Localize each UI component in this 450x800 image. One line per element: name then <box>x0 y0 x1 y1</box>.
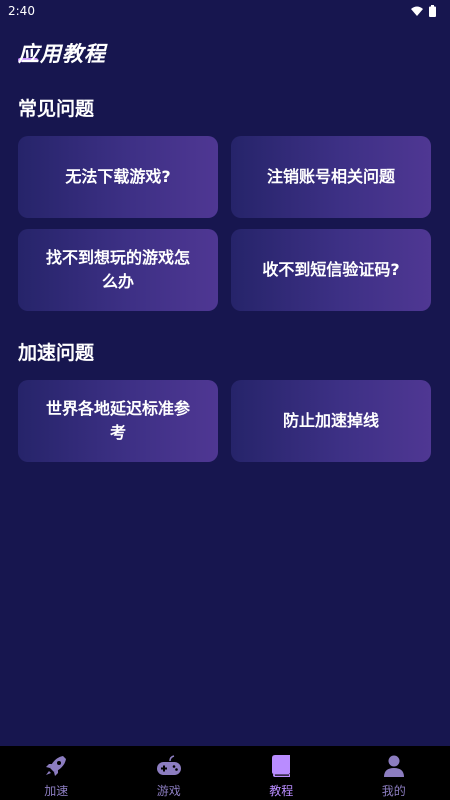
gamepad-icon <box>156 755 181 775</box>
tab-profile[interactable]: 我的 <box>338 746 450 800</box>
rocket-icon <box>46 756 67 776</box>
page-title: 应用教程 <box>18 42 106 66</box>
tab-label: 教程 <box>269 784 294 798</box>
card-label: 无法下载游戏? <box>65 167 171 186</box>
tab-label: 游戏 <box>156 784 181 798</box>
bottom-tab-bar: 加速 游戏 教程 我的 <box>0 746 450 800</box>
card-cannot-find-game[interactable]: 找不到想玩的游戏怎么办 <box>18 229 218 311</box>
card-label: 找不到想玩的游戏怎么办 <box>45 248 190 291</box>
card-cannot-download-game[interactable]: 无法下载游戏? <box>18 136 218 218</box>
card-label: 世界各地延迟标准参考 <box>45 399 190 442</box>
tab-accelerate[interactable]: 加速 <box>0 746 113 800</box>
tab-label: 我的 <box>381 784 406 798</box>
card-label: 注销账号相关问题 <box>266 167 395 186</box>
section-title-common: 常见问题 <box>18 98 95 120</box>
card-prevent-disconnect[interactable]: 防止加速掉线 <box>231 380 431 462</box>
book-icon <box>272 755 291 777</box>
tab-tutorials[interactable]: 教程 <box>225 746 338 800</box>
card-label: 收不到短信验证码? <box>262 260 400 279</box>
battery-icon <box>429 5 436 17</box>
tab-games[interactable]: 游戏 <box>113 746 226 800</box>
section-title-acceleration: 加速问题 <box>18 342 95 364</box>
status-time: 2:40 <box>8 4 35 18</box>
card-label: 防止加速掉线 <box>282 411 379 430</box>
status-bar: 2:40 <box>0 0 450 22</box>
wifi-icon <box>411 6 423 16</box>
card-account-cancellation[interactable]: 注销账号相关问题 <box>231 136 431 218</box>
tab-label: 加速 <box>44 784 69 798</box>
card-no-sms-code[interactable]: 收不到短信验证码? <box>231 229 431 311</box>
status-icons <box>411 5 436 17</box>
card-latency-reference[interactable]: 世界各地延迟标准参考 <box>18 380 218 462</box>
page-title-wrap: 应用教程 <box>18 38 106 68</box>
person-icon <box>383 755 404 777</box>
